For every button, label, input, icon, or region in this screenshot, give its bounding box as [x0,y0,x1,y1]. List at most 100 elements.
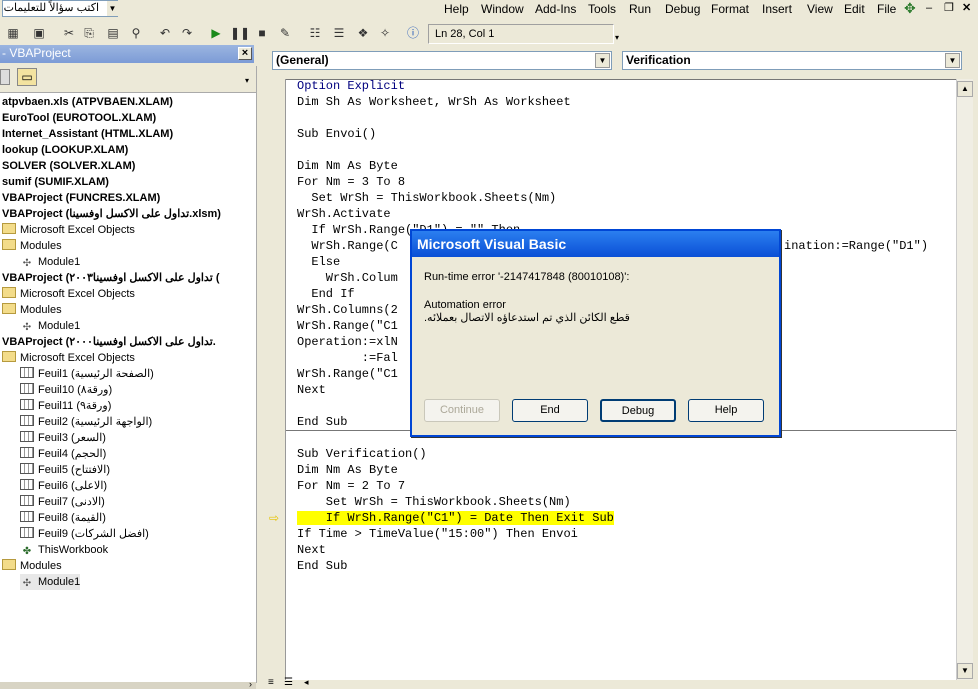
tree-node-sheet[interactable]: Feuil3 (السعر) [20,430,106,446]
excel-icon[interactable]: ▦ [4,24,22,42]
tree-node-folder[interactable]: Modules [2,238,62,254]
tree-node-folder[interactable]: Microsoft Excel Objects [2,222,135,238]
code-line: WrSh.Range("C1 [297,319,398,333]
cut-icon[interactable]: ✂ [60,24,78,42]
pause-icon[interactable]: ❚❚ [230,24,250,42]
save-icon[interactable]: ▣ [30,24,48,42]
tree-node-project[interactable]: VBAProject (تداول على الاكسل اوفسينا٢٠٠٣… [2,270,220,286]
code-line: Next [297,383,326,397]
chevron-left-icon[interactable]: ◂ [304,677,309,688]
reset-icon[interactable]: ■ [253,24,271,42]
properties-icon[interactable]: ☰ [330,24,348,42]
tree-node-folder[interactable]: Microsoft Excel Objects [2,286,135,302]
tree-node-project[interactable]: atpvbaen.xls (ATPVBAEN.XLAM) [2,94,173,110]
undo-icon[interactable]: ↶ [156,24,174,42]
tree-node-project[interactable]: Internet_Assistant (HTML.XLAM) [2,126,173,142]
chevron-down-icon[interactable]: ▾ [245,76,249,85]
close-icon[interactable]: × [238,47,252,60]
tree-node-label: Feuil9 (افضل الشركات) [38,528,149,540]
view-object-icon[interactable] [0,69,10,85]
tree-node-sheet[interactable]: Feuil10 (ورقة٨) [20,382,112,398]
tree-node-module[interactable]: ✣ Module1 [20,318,80,334]
code-vertical-scrollbar[interactable]: ▲ ▼ [956,79,973,680]
project-explorer-icon[interactable]: ☷ [306,24,324,42]
tree-node-sheet[interactable]: Feuil1 (الصفحة الرئيسية) [20,366,154,382]
menu-window[interactable]: Window [481,2,524,16]
folder-icon [2,239,16,250]
menu-add-ins[interactable]: Add-Ins [535,2,576,16]
chevron-down-icon[interactable]: ▼ [107,1,118,16]
toolbar-options-icon[interactable]: ▾ [615,33,619,42]
menu-insert[interactable]: Insert [762,2,792,16]
close-icon[interactable]: ✕ [962,1,971,15]
scroll-up-icon[interactable]: ▲ [957,81,973,97]
code-line: Next [297,543,326,557]
menu-debug[interactable]: Debug [665,2,700,16]
code-line: WrSh.Activate [297,207,391,221]
menu-edit[interactable]: Edit [844,2,865,16]
tree-node-label: Feuil4 (الحجم) [38,448,107,460]
tree-node-sheet[interactable]: Feuil4 (الحجم) [20,446,106,462]
end-button[interactable]: End [512,399,588,422]
tree-node-workbook[interactable]: ✤ ThisWorkbook [20,542,108,558]
debug-button[interactable]: Debug [600,399,676,422]
menu-view[interactable]: View [807,2,833,16]
procedure-combo[interactable]: Verification ▼ [622,51,962,70]
tree-node-label: Feuil3 (السعر) [38,432,106,444]
toggle-folders-icon[interactable]: ▭ [17,68,37,86]
menu-file[interactable]: File [877,2,896,16]
tree-node-sheet[interactable]: Feuil6 (الاعلى) [20,478,107,494]
tree-node-project[interactable]: EuroTool (EUROTOOL.XLAM) [2,110,156,126]
tree-node-project[interactable]: lookup (LOOKUP.XLAM) [2,142,128,158]
tree-node-sheet[interactable]: Feuil2 (الواجهة الرئيسية) [20,414,152,430]
continue-button[interactable]: Continue [424,399,500,422]
run-icon[interactable]: ▶ [207,24,225,42]
procedure-view-icon[interactable]: ≡ [268,677,274,688]
tree-node-project[interactable]: SOLVER (SOLVER.XLAM) [2,158,135,174]
tree-node-label: Microsoft Excel Objects [20,352,135,364]
tree-node-sheet[interactable]: Feuil7 (الادنى) [20,494,105,510]
copy-icon[interactable]: ⎘ [80,24,98,42]
find-icon[interactable]: ⚲ [127,24,145,42]
chevron-down-icon[interactable]: ▼ [595,53,610,68]
tree-node-folder[interactable]: Microsoft Excel Objects [2,350,135,366]
design-mode-icon[interactable]: ✎ [276,24,294,42]
tree-node-folder[interactable]: Modules [2,558,62,574]
tree-node-module[interactable]: ✣ Module1 [20,254,80,270]
tree-node-project[interactable]: VBAProject (تداول على الاكسل اوفسينا.xls… [2,206,221,222]
tree-node-label: Microsoft Excel Objects [20,224,135,236]
help-button[interactable]: Help [688,399,764,422]
tree-node-project[interactable]: sumif (SUMIF.XLAM) [2,174,109,190]
menu-format[interactable]: Format [711,2,749,16]
full-module-view-icon[interactable]: ☰ [284,677,293,688]
tree-node-sheet[interactable]: Feuil11 (ورقة٩) [20,398,111,414]
tree-node-project[interactable]: VBAProject (تداول على الاكسل اوفسينا٢٠٠٠… [2,334,216,350]
menu-help[interactable]: Help [444,2,469,16]
ask-question-box[interactable]: اكتب سؤالاً للتعليمات [2,0,118,17]
minimize-icon[interactable]: – [926,1,932,15]
redo-icon[interactable]: ↷ [178,24,196,42]
tree-node-sheet[interactable]: Feuil5 (الافتتاح) [20,462,110,478]
code-margin[interactable] [264,79,286,680]
scroll-down-icon[interactable]: ▼ [957,663,973,679]
menu-tools[interactable]: Tools [588,2,616,16]
object-combo[interactable]: (General) ▼ [272,51,612,70]
restore-icon[interactable]: ❐ [944,1,954,15]
paste-icon[interactable]: ▤ [104,24,122,42]
chevron-right-icon[interactable]: › [249,679,252,689]
tree-node-sheet[interactable]: Feuil8 (القيمة) [20,510,106,526]
tree-node-sheet[interactable]: Feuil9 (افضل الشركات) [20,526,149,542]
tree-node-module-selected[interactable]: ✣ Module1 [20,574,81,590]
object-browser-icon[interactable]: ❖ [354,24,372,42]
tree-vertical-scrollbar[interactable] [256,66,264,683]
menu-run[interactable]: Run [629,2,651,16]
tree-horizontal-scrollbar[interactable]: › [0,679,256,689]
chevron-down-icon[interactable]: ▼ [945,53,960,68]
tree-node-folder[interactable]: Modules [2,302,62,318]
tree-node-project[interactable]: VBAProject (FUNCRES.XLAM) [2,190,160,206]
execution-pointer-icon: ⇨ [269,511,280,525]
toolbox-icon[interactable]: ✧ [376,24,394,42]
module-icon: ✣ [22,322,32,333]
help-icon[interactable]: ⓘ [404,24,422,42]
code-horizontal-scrollbar[interactable]: ≡ ☰ ◂ [264,677,978,689]
